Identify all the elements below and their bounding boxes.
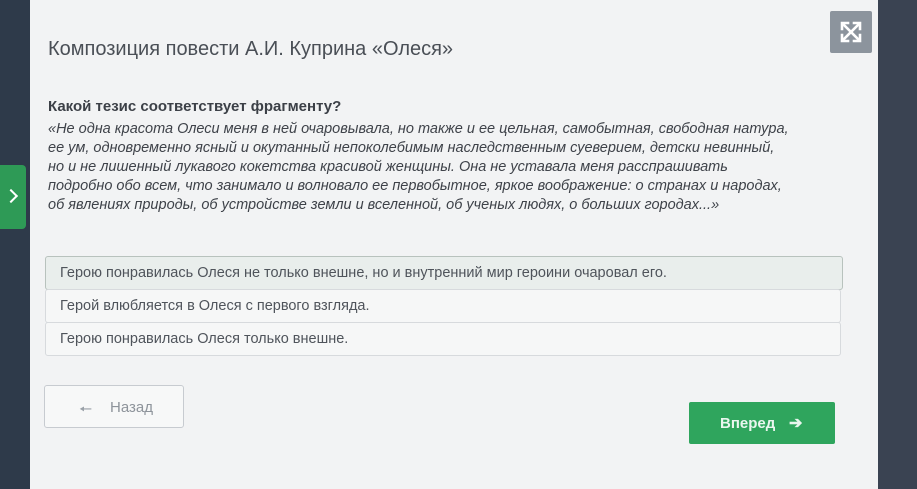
- next-button-label: Вперед: [720, 415, 776, 432]
- quote-fragment: «Не одна красота Олеси меня в ней очаров…: [48, 120, 838, 215]
- lesson-card: Композиция повести А.И. Куприна «Олеся» …: [30, 0, 878, 489]
- quote-line: но и не лишенный лукавого кокетства крас…: [48, 159, 728, 175]
- quote-line: подробно обо всем, что занимало и волнов…: [48, 178, 782, 194]
- back-button-label: Назад: [110, 399, 153, 416]
- answer-label: Герою понравилась Олеся только внешне.: [60, 331, 349, 347]
- arrow-right-icon: ➔: [789, 415, 803, 432]
- answer-option-2[interactable]: Герой влюбляется в Олеся с первого взгля…: [45, 289, 841, 323]
- quote-line: ее ум, одновременно ясный и окутанный не…: [48, 140, 775, 156]
- answer-option-1[interactable]: Герою понравилась Олеся не только внешне…: [45, 256, 843, 290]
- right-background: [878, 0, 917, 489]
- question-prompt: Какой тезис соответствует фрагменту?: [48, 98, 342, 115]
- expand-button[interactable]: [830, 11, 872, 53]
- lesson-title: Композиция повести А.И. Куприна «Олеся»: [48, 38, 454, 60]
- quote-line: об явлениях природы, об устройстве земли…: [48, 197, 720, 213]
- back-button[interactable]: 🠔 Назад: [44, 385, 184, 428]
- quote-line: «Не одна красота Олеси меня в ней очаров…: [48, 121, 789, 137]
- answer-label: Герою понравилась Олеся не только внешне…: [60, 265, 667, 281]
- next-button[interactable]: Вперед ➔: [689, 402, 835, 444]
- arrow-left-icon: 🠔: [79, 401, 93, 418]
- collapse-sidebar-tab[interactable]: [0, 165, 26, 229]
- expand-arrows-icon: [840, 21, 862, 43]
- answer-label: Герой влюбляется в Олеся с первого взгля…: [60, 298, 370, 314]
- answer-option-3[interactable]: Герою понравилась Олеся только внешне.: [45, 322, 841, 356]
- left-sidebar-strip: [0, 0, 30, 489]
